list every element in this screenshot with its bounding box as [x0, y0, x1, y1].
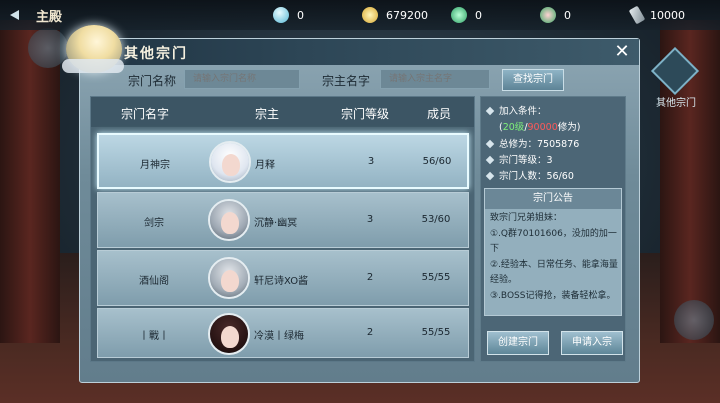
resource-coin-value: 679200 [386, 8, 428, 22]
apply-join-button[interactable]: 申请入宗 [561, 331, 623, 355]
leader-name-label: 宗主名字 [322, 74, 371, 88]
table-row[interactable]: 酒仙阁 轩尼诗XO酱 2 55/55 [97, 250, 469, 306]
resource-gem: 0 [273, 7, 304, 23]
row-sect-name: 月神宗 [140, 160, 170, 171]
sect-emblem-icon [650, 46, 700, 96]
resource-coin: 679200 [362, 7, 428, 23]
leader-avatar [208, 199, 250, 241]
table-row[interactable]: 月神宗 月释 3 56/60 [97, 133, 469, 189]
header-sect-name: 宗门名字 [121, 107, 170, 121]
sect-level-line: 宗门等级：3 [485, 152, 553, 166]
sect-level-text: 宗门等级：3 [499, 155, 553, 166]
sect-members-line: 宗门人数：56/60 [485, 168, 574, 182]
resource-jade: 0 [451, 7, 482, 23]
sect-name-input[interactable] [184, 69, 300, 89]
side-button-label: 其他宗门 [656, 98, 696, 109]
row-members: 55/55 [421, 272, 451, 283]
panel-title: 其他宗门 [124, 46, 188, 62]
background-pillar-left [0, 20, 60, 343]
top-bar: 主殿 0 679200 0 0 10000 [0, 0, 720, 30]
row-level: 2 [366, 327, 374, 338]
leader-name-input[interactable] [380, 69, 490, 89]
total-power-text: 总修为：7505876 [499, 139, 580, 150]
search-row: 宗门名称 宗主名字 查找宗门 [80, 67, 639, 93]
back-arrow-icon [8, 8, 28, 22]
face-shape [221, 212, 239, 234]
sect-members-text: 宗门人数：56/60 [499, 171, 574, 182]
diamond-bullet-icon [485, 155, 495, 165]
table-row[interactable]: 丨戰丨 冷漠丨绿梅 2 55/55 [97, 308, 469, 358]
face-shape [221, 270, 239, 292]
gem-icon [273, 7, 289, 23]
req-power: 90000 [527, 122, 558, 133]
leader-avatar [208, 257, 250, 299]
row-level: 3 [367, 156, 375, 167]
join-condition: 加入条件： [485, 103, 547, 117]
row-members: 55/55 [421, 327, 451, 338]
background-lantern-right [674, 300, 714, 340]
table-row[interactable]: 剑宗 沉静·幽冥 3 53/60 [97, 192, 469, 248]
header-leader: 宗主 [255, 107, 280, 121]
row-members: 53/60 [421, 214, 451, 225]
diamond-bullet-icon [485, 139, 495, 149]
face-shape [221, 326, 239, 348]
face-shape [222, 154, 240, 176]
home-back-button[interactable]: 主殿 [8, 6, 118, 25]
header-level: 宗门等级 [341, 107, 390, 121]
sect-name-label: 宗门名称 [128, 74, 177, 88]
close-button[interactable]: ✕ [611, 41, 633, 63]
row-level: 3 [366, 214, 374, 225]
row-members: 56/60 [422, 156, 452, 167]
home-title: 主殿 [36, 9, 63, 25]
notice-title: 宗门公告 [485, 189, 621, 209]
sect-info-panel: 加入条件： (20级/90000修为) 总修为：7505876 宗门等级：3 宗… [480, 96, 626, 362]
resource-jade-value: 0 [475, 8, 482, 22]
resource-lucky: 0 [540, 7, 571, 23]
table-header: 宗门名字 宗主 宗门等级 成员 [91, 97, 474, 127]
row-leader-name: 月释 [255, 160, 275, 171]
leader-avatar [209, 141, 251, 183]
resource-feather: 10000 [628, 5, 685, 25]
create-sect-button[interactable]: 创建宗门 [487, 331, 549, 355]
join-condition-label: 加入条件： [499, 106, 547, 117]
resource-gem-value: 0 [297, 8, 304, 22]
search-sect-button[interactable]: 查找宗门 [502, 69, 564, 91]
sect-notice-box: 宗门公告 致宗门兄弟姐妹： ①.Q群70101606，没加的加一下 ②.经验本、… [484, 188, 622, 316]
header-members: 成员 [427, 107, 452, 121]
req-close: 修为) [557, 122, 581, 133]
join-requirement: (20级/90000修为) [499, 119, 580, 133]
req-level: 20级 [502, 122, 525, 133]
other-sect-side-button[interactable]: 其他宗门 [648, 46, 700, 109]
row-leader-name: 冷漠丨绿梅 [254, 331, 304, 342]
feather-icon [628, 5, 646, 25]
diamond-bullet-icon [485, 106, 495, 116]
row-leader-name: 轩尼诗XO酱 [254, 276, 309, 287]
row-sect-name: 丨戰丨 [139, 331, 169, 342]
jade-icon [451, 7, 467, 23]
sect-table: 宗门名字 宗主 宗门等级 成员 月神宗 月释 3 56/60 剑宗 沉静·幽冥 … [90, 96, 475, 362]
resource-lucky-value: 0 [564, 8, 571, 22]
diamond-bullet-icon [485, 171, 495, 181]
row-sect-name: 酒仙阁 [139, 276, 169, 287]
resource-feather-value: 10000 [650, 8, 685, 22]
row-leader-name: 沉静·幽冥 [254, 218, 298, 229]
row-level: 2 [366, 272, 374, 283]
leader-avatar [208, 313, 250, 355]
total-power: 总修为：7505876 [485, 136, 580, 150]
other-sects-panel: 其他宗门 ✕ 宗门名称 宗主名字 查找宗门 宗门名字 宗主 宗门等级 成员 月神… [62, 25, 640, 383]
lucky-icon [540, 7, 556, 23]
row-sect-name: 剑宗 [144, 218, 164, 229]
coin-icon [362, 7, 378, 23]
notice-text: 致宗门兄弟姐妹： ①.Q群70101606，没加的加一下 ②.经验本、日常任务、… [490, 213, 618, 301]
